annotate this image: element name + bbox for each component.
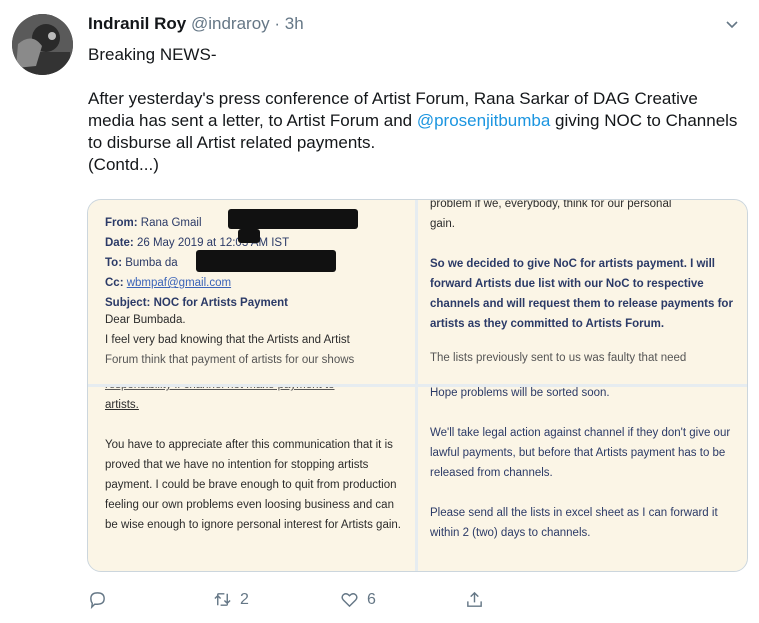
media-image-3[interactable]: responsibility if channel not make payme… (88, 387, 415, 571)
share-icon (467, 591, 482, 607)
tweet-actions: 2 6 (88, 590, 588, 614)
panel2-paragraph: So we decided to give NoC for artists pa… (430, 258, 733, 330)
panel3-paragraph: You have to appreciate after this commun… (105, 439, 401, 531)
tweet-line-1: Breaking NEWS- (88, 45, 217, 64)
redaction (196, 250, 336, 272)
panel2-cut: The lists previously sent to us was faul… (430, 352, 687, 364)
redaction (238, 229, 260, 243)
reply-button[interactable] (88, 590, 107, 609)
tweet-time[interactable]: 3h (285, 14, 304, 33)
panel3-cut: responsibility if channel not make payme… (105, 387, 405, 395)
tweet-contd: (Contd...) (88, 155, 159, 174)
media-image-4[interactable]: Hope problems will be sorted soon. We'll… (418, 387, 747, 571)
separator-dot: · (274, 14, 281, 33)
panel4-paragraph-3: Please send all the lists in excel sheet… (430, 507, 718, 539)
email-cc: Cc: wbmpaf@gmail.com (105, 277, 232, 289)
author-name[interactable]: Indranil Roy (88, 14, 186, 33)
tweet-text: Breaking NEWS- After yesterday's press c… (88, 44, 738, 176)
media-image-1[interactable]: From: Rana Gmail Date: 26 May 2019 at 12… (88, 200, 415, 384)
email-body-line: I feel very bad knowing that the Artists… (105, 334, 350, 346)
heart-icon (341, 593, 358, 608)
reply-icon (90, 592, 105, 609)
retweet-count: 2 (240, 590, 249, 608)
retweet-icon (214, 593, 231, 606)
like-button[interactable]: 6 (340, 590, 376, 609)
like-count: 6 (367, 590, 376, 608)
tweet-header: Indranil Roy @indraroy · 3h (88, 14, 304, 34)
panel4-paragraph-2: We'll take legal action against channel … (430, 427, 731, 479)
share-button[interactable] (465, 590, 484, 609)
retweet-button[interactable]: 2 (213, 590, 249, 609)
mention-link[interactable]: @prosenjitbumba (417, 111, 551, 130)
avatar[interactable] (12, 14, 73, 75)
email-greeting: Dear Bumbada. (105, 314, 186, 326)
author-handle[interactable]: @indraroy (191, 14, 270, 33)
panel2-line: gain. (430, 218, 455, 230)
redaction (228, 209, 358, 229)
media-grid[interactable]: From: Rana Gmail Date: 26 May 2019 at 12… (87, 199, 748, 572)
tweet-paragraph: After yesterday's press conference of Ar… (88, 88, 738, 154)
panel2-line: problem if we, everybody, think for our … (430, 200, 672, 210)
media-image-2[interactable]: problem if we, everybody, think for our … (418, 200, 747, 384)
panel4-paragraph-1: Hope problems will be sorted soon. (430, 387, 610, 399)
panel3-line: artists. (105, 399, 139, 411)
email-body-cut: Forum think that payment of artists for … (105, 354, 355, 366)
chevron-down-icon[interactable] (725, 17, 739, 31)
